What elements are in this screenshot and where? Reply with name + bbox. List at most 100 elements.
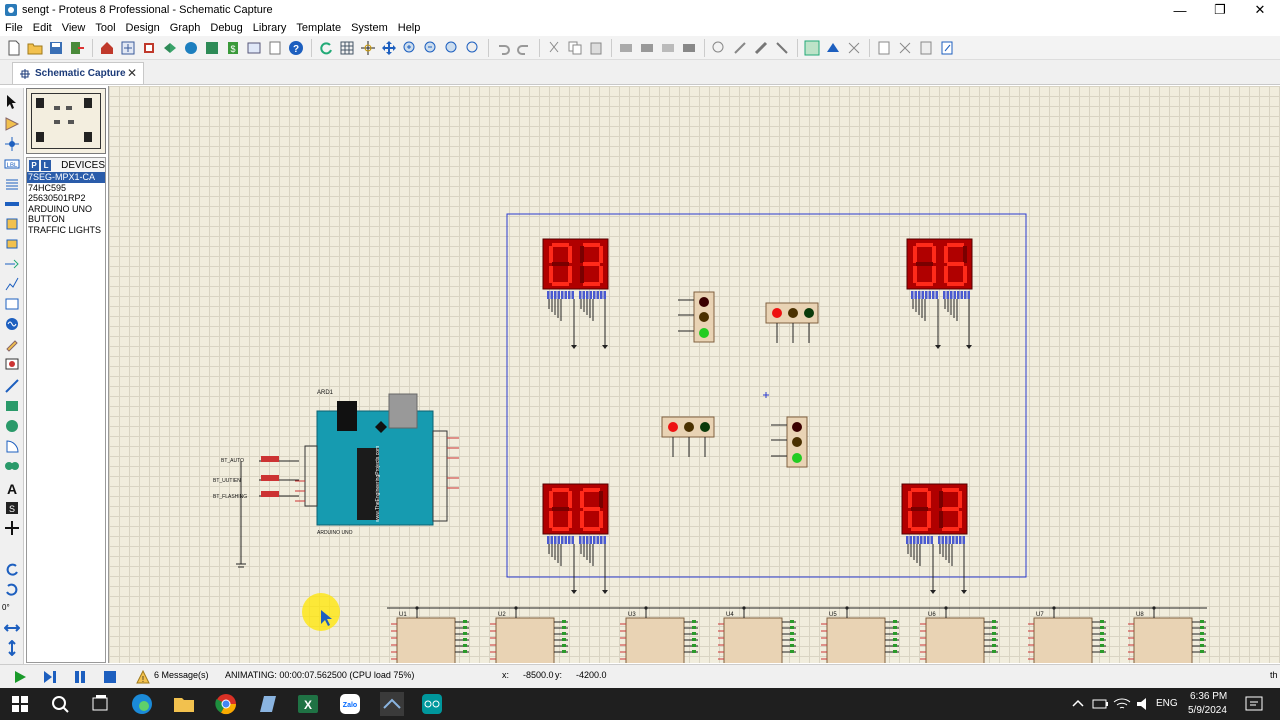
rotate-clockwise-icon[interactable]: [4, 562, 20, 578]
undo-icon[interactable]: [493, 38, 513, 58]
refresh-icon[interactable]: [316, 38, 336, 58]
home-icon[interactable]: [97, 38, 117, 58]
play-icon[interactable]: [12, 669, 28, 685]
block-rotate-icon[interactable]: [658, 38, 678, 58]
bom-icon[interactable]: $: [223, 38, 243, 58]
zalo-icon[interactable]: Zalo: [338, 692, 362, 716]
buses-icon[interactable]: [4, 196, 20, 212]
notifications-icon[interactable]: [1242, 692, 1266, 716]
2d-symbol-icon[interactable]: S: [4, 500, 20, 516]
cut-icon[interactable]: [544, 38, 564, 58]
2d-marker-icon[interactable]: [4, 520, 20, 536]
voltage-probe-icon[interactable]: [4, 336, 20, 352]
tape-recorder-icon[interactable]: [4, 296, 20, 312]
close-button[interactable]: ✕: [1240, 0, 1280, 20]
chrome-icon[interactable]: [214, 692, 238, 716]
menu-debug[interactable]: Debug: [205, 22, 247, 34]
search-icon[interactable]: [48, 692, 72, 716]
menu-graph[interactable]: Graph: [165, 22, 206, 34]
edit-report-icon[interactable]: [937, 38, 957, 58]
library-manager-button[interactable]: L: [41, 159, 52, 171]
volume-icon[interactable]: [1132, 692, 1156, 716]
menu-edit[interactable]: Edit: [28, 22, 57, 34]
open-folder-icon[interactable]: [25, 38, 45, 58]
selection-mode-icon[interactable]: [4, 94, 20, 110]
schematic-canvas[interactable]: ARD1 ARDUINO UNO www.TheEngineeringProje…: [108, 86, 1280, 663]
paste-icon[interactable]: [586, 38, 606, 58]
text-script-icon[interactable]: [4, 176, 20, 192]
make-device-icon[interactable]: [730, 38, 750, 58]
decompose-icon[interactable]: [772, 38, 792, 58]
overview-window[interactable]: [26, 88, 106, 154]
tray-chevron-icon[interactable]: [1066, 692, 1090, 716]
pick-device-icon[interactable]: [709, 38, 729, 58]
zoom-all-icon[interactable]: [442, 38, 462, 58]
pan-icon[interactable]: [379, 38, 399, 58]
property-tool-icon[interactable]: [844, 38, 864, 58]
wire-autorouter-icon[interactable]: [802, 38, 822, 58]
edge-browser-icon[interactable]: [130, 692, 154, 716]
arduino-ide-icon[interactable]: [420, 692, 444, 716]
excel-icon[interactable]: X: [296, 692, 320, 716]
windows-start-icon[interactable]: [8, 692, 32, 716]
menu-design[interactable]: Design: [121, 22, 165, 34]
component-mode-icon[interactable]: [4, 116, 20, 132]
x-mirror-icon[interactable]: [4, 620, 20, 636]
zoom-in-icon[interactable]: [400, 38, 420, 58]
messages-count[interactable]: 6 Message(s): [154, 670, 209, 680]
zoom-area-icon[interactable]: [463, 38, 483, 58]
help-icon[interactable]: ?: [286, 38, 306, 58]
2d-path-icon[interactable]: [4, 458, 20, 474]
notes-icon[interactable]: [244, 38, 264, 58]
task-view-icon[interactable]: [88, 692, 112, 716]
virtual-instruments-icon[interactable]: [4, 356, 20, 372]
menu-system[interactable]: System: [346, 22, 393, 34]
menu-template[interactable]: Template: [291, 22, 346, 34]
wire-label-icon[interactable]: LBL: [4, 156, 20, 172]
device-item[interactable]: ARDUINO UNO: [27, 204, 105, 215]
3d-view-icon[interactable]: [160, 38, 180, 58]
pause-icon[interactable]: [72, 669, 88, 685]
block-delete-icon[interactable]: [679, 38, 699, 58]
2d-text-icon[interactable]: A: [4, 480, 20, 496]
warning-icon[interactable]: !: [136, 670, 150, 684]
new-file-icon[interactable]: [4, 38, 24, 58]
device-item[interactable]: BUTTON: [27, 214, 105, 225]
search-tag-icon[interactable]: [823, 38, 843, 58]
pcb-icon[interactable]: [139, 38, 159, 58]
gerber-icon[interactable]: [181, 38, 201, 58]
save-icon[interactable]: [46, 38, 66, 58]
device-pins-icon[interactable]: [4, 256, 20, 272]
menu-view[interactable]: View: [57, 22, 91, 34]
block-move-icon[interactable]: [637, 38, 657, 58]
graph-mode-icon[interactable]: [4, 276, 20, 292]
grid-icon[interactable]: [337, 38, 357, 58]
sheet-icon[interactable]: [265, 38, 285, 58]
block-copy-icon[interactable]: [616, 38, 636, 58]
new-sheet-icon[interactable]: [874, 38, 894, 58]
clock-time[interactable]: 6:36 PM: [1190, 691, 1227, 702]
generator-icon[interactable]: [4, 316, 20, 332]
wifi-icon[interactable]: [1110, 692, 1134, 716]
2d-line-icon[interactable]: [4, 378, 20, 394]
import-icon[interactable]: [67, 38, 87, 58]
maximize-button[interactable]: ❐: [1200, 0, 1240, 20]
device-item[interactable]: 25630501RP2: [27, 193, 105, 204]
menu-help[interactable]: Help: [393, 22, 426, 34]
proteus-taskbar-icon[interactable]: [380, 692, 404, 716]
language-indicator[interactable]: ENG: [1156, 698, 1178, 709]
design-explorer-icon[interactable]: [202, 38, 222, 58]
subcircuit-icon[interactable]: [4, 216, 20, 232]
pick-devices-button[interactable]: P: [29, 159, 40, 171]
terminals-icon[interactable]: [4, 236, 20, 252]
y-mirror-icon[interactable]: [4, 640, 20, 656]
menu-tool[interactable]: Tool: [90, 22, 120, 34]
redo-icon[interactable]: [514, 38, 534, 58]
notes-app-icon[interactable]: [256, 692, 280, 716]
2d-arc-icon[interactable]: [4, 438, 20, 454]
device-item[interactable]: 7SEG-MPX1-CA: [27, 172, 105, 183]
menu-library[interactable]: Library: [248, 22, 292, 34]
remove-sheet-icon[interactable]: [895, 38, 915, 58]
clock-date[interactable]: 5/9/2024: [1188, 705, 1227, 716]
menu-file[interactable]: File: [0, 22, 28, 34]
